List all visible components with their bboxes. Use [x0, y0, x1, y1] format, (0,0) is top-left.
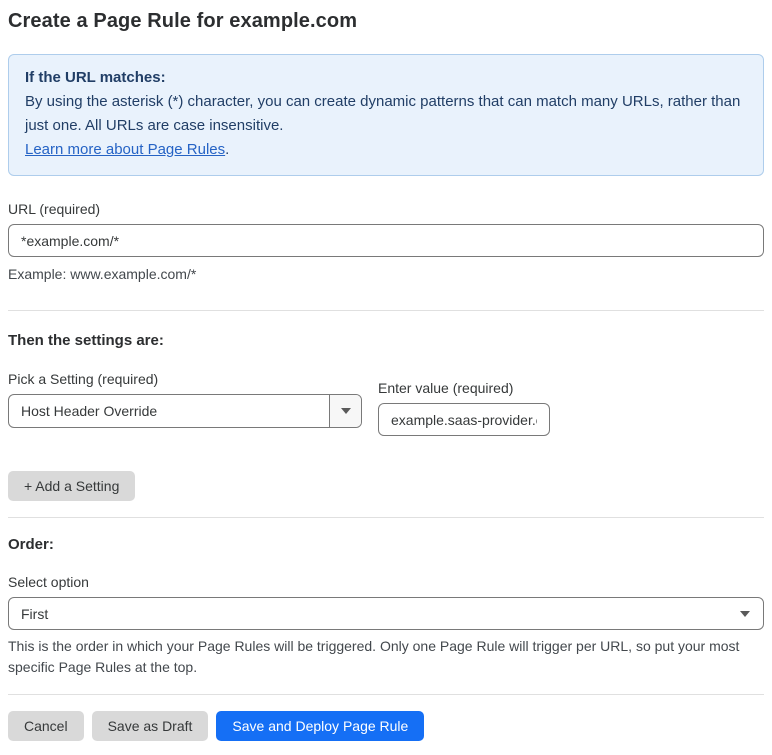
- divider: [8, 517, 764, 518]
- divider: [8, 310, 764, 311]
- order-select[interactable]: First: [8, 597, 764, 630]
- info-box-link-line: Learn more about Page Rules.: [25, 138, 747, 162]
- order-select-label: Select option: [8, 574, 89, 590]
- setting-picker-group: Pick a Setting (required) Host Header Ov…: [8, 371, 362, 428]
- order-select-value: First: [21, 605, 49, 622]
- setting-select-value: Host Header Override: [21, 403, 158, 419]
- cancel-button[interactable]: Cancel: [8, 711, 84, 741]
- setting-value-input[interactable]: [378, 403, 550, 436]
- settings-section-heading: Then the settings are:: [8, 332, 164, 349]
- url-matches-info-box: If the URL matches: By using the asteris…: [8, 54, 764, 176]
- setting-row: Pick a Setting (required) Host Header Ov…: [8, 371, 764, 436]
- save-as-draft-button[interactable]: Save as Draft: [91, 711, 209, 741]
- order-description: This is the order in which your Page Rul…: [8, 638, 740, 675]
- info-box-body: By using the asterisk (*) character, you…: [25, 93, 741, 134]
- chevron-down-icon: [340, 408, 351, 414]
- setting-value-group: Enter value (required): [378, 380, 550, 436]
- order-section-heading: Order:: [8, 536, 54, 553]
- chevron-down-icon: [740, 610, 750, 617]
- url-input[interactable]: [8, 224, 764, 257]
- page-title: Create a Page Rule for example.com: [8, 10, 358, 32]
- url-field-group: URL (required) Example: www.example.com/…: [8, 201, 764, 285]
- save-and-deploy-button[interactable]: Save and Deploy Page Rule: [216, 711, 425, 741]
- divider: [8, 694, 764, 695]
- setting-select-arrow-button[interactable]: [329, 395, 361, 427]
- add-setting-row: + Add a Setting: [8, 471, 764, 501]
- footer-actions: Cancel Save as Draft Save and Deploy Pag…: [8, 711, 764, 741]
- url-label: URL (required): [8, 201, 101, 217]
- pick-setting-label: Pick a Setting (required): [8, 371, 159, 387]
- enter-value-label: Enter value (required): [378, 380, 514, 396]
- add-setting-button[interactable]: + Add a Setting: [8, 471, 136, 501]
- link-period: .: [225, 141, 230, 158]
- info-box-heading: If the URL matches:: [25, 69, 166, 86]
- setting-select[interactable]: Host Header Override: [8, 394, 362, 428]
- learn-more-page-rules-link[interactable]: Learn more about Page Rules: [25, 141, 225, 158]
- url-example-hint: Example: www.example.com/*: [8, 266, 197, 282]
